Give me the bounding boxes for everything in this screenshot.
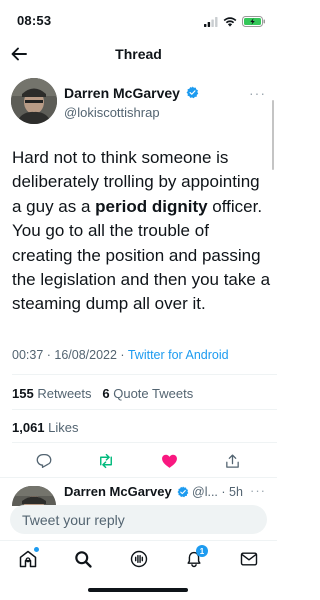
wifi-icon bbox=[223, 14, 237, 32]
engagement-stats: 155 Retweets 6 Quote Tweets bbox=[12, 386, 193, 401]
retweets-count: 155 bbox=[12, 386, 34, 401]
likes-count: 1,061 bbox=[12, 420, 45, 435]
scroll-indicator[interactable] bbox=[272, 100, 274, 170]
divider bbox=[12, 442, 277, 443]
likes-stat[interactable]: 1,061 Likes bbox=[12, 420, 79, 435]
quote-tweets-stat[interactable]: 6 Quote Tweets bbox=[102, 386, 193, 401]
divider bbox=[12, 374, 277, 375]
tweet-meta: 00:37 · 16/08/2022 · Twitter for Android bbox=[12, 348, 229, 362]
quote-tweets-count: 6 bbox=[102, 386, 110, 401]
retweet-icon[interactable] bbox=[95, 450, 117, 472]
new-content-dot bbox=[34, 547, 39, 552]
avatar[interactable] bbox=[11, 78, 57, 124]
tweet-timestamp: 00:37 · 16/08/2022 · bbox=[12, 348, 128, 362]
mail-icon[interactable] bbox=[237, 547, 261, 571]
divider bbox=[12, 409, 277, 410]
author-handle[interactable]: @lokiscottishrap bbox=[64, 105, 160, 120]
retweets-stat[interactable]: 155 Retweets bbox=[12, 386, 92, 401]
status-time: 08:53 bbox=[17, 13, 52, 28]
reply-author-handle[interactable]: @l... · 5h bbox=[192, 485, 243, 499]
retweets-label: Retweets bbox=[37, 386, 92, 401]
signal-icon bbox=[204, 14, 218, 32]
divider bbox=[0, 477, 277, 478]
home-icon[interactable] bbox=[16, 547, 40, 571]
more-options-icon[interactable]: ··· bbox=[249, 85, 266, 101]
page-title: Thread bbox=[115, 46, 162, 62]
reply-icon[interactable] bbox=[33, 450, 55, 472]
home-indicator bbox=[88, 588, 188, 592]
spaces-icon[interactable] bbox=[127, 547, 151, 571]
likes-label: Likes bbox=[48, 420, 79, 435]
battery-icon bbox=[242, 14, 266, 32]
notification-badge: 1 bbox=[196, 545, 208, 557]
search-icon[interactable] bbox=[71, 547, 95, 571]
quote-tweets-label: Quote Tweets bbox=[113, 386, 194, 401]
verified-badge-icon bbox=[186, 86, 199, 104]
reply-input[interactable]: Tweet your reply bbox=[10, 505, 267, 534]
bottom-tab-bar: 1 bbox=[0, 540, 277, 575]
more-options-icon[interactable]: ··· bbox=[250, 483, 266, 498]
thread-header: Thread bbox=[0, 40, 277, 70]
tweet-source-link[interactable]: Twitter for Android bbox=[128, 348, 229, 362]
bell-icon[interactable]: 1 bbox=[182, 545, 208, 571]
status-icons bbox=[204, 14, 266, 32]
tweet-author-header: Darren McGarvey @lokiscottishrap ··· bbox=[11, 78, 266, 128]
reply-input-placeholder: Tweet your reply bbox=[22, 511, 125, 528]
reply-author-name[interactable]: Darren McGarvey bbox=[64, 484, 172, 499]
heart-icon[interactable] bbox=[158, 450, 180, 472]
tweet-action-bar bbox=[0, 450, 277, 472]
status-bar: 08:53 bbox=[0, 0, 277, 40]
share-icon[interactable] bbox=[221, 450, 243, 472]
author-name[interactable]: Darren McGarvey bbox=[64, 85, 180, 101]
tweet-text-bold: period dignity bbox=[95, 196, 208, 216]
tweet-text: Hard not to think someone is deliberatel… bbox=[12, 146, 272, 317]
verified-badge-icon bbox=[177, 485, 189, 503]
reply-avatar[interactable] bbox=[12, 486, 56, 506]
